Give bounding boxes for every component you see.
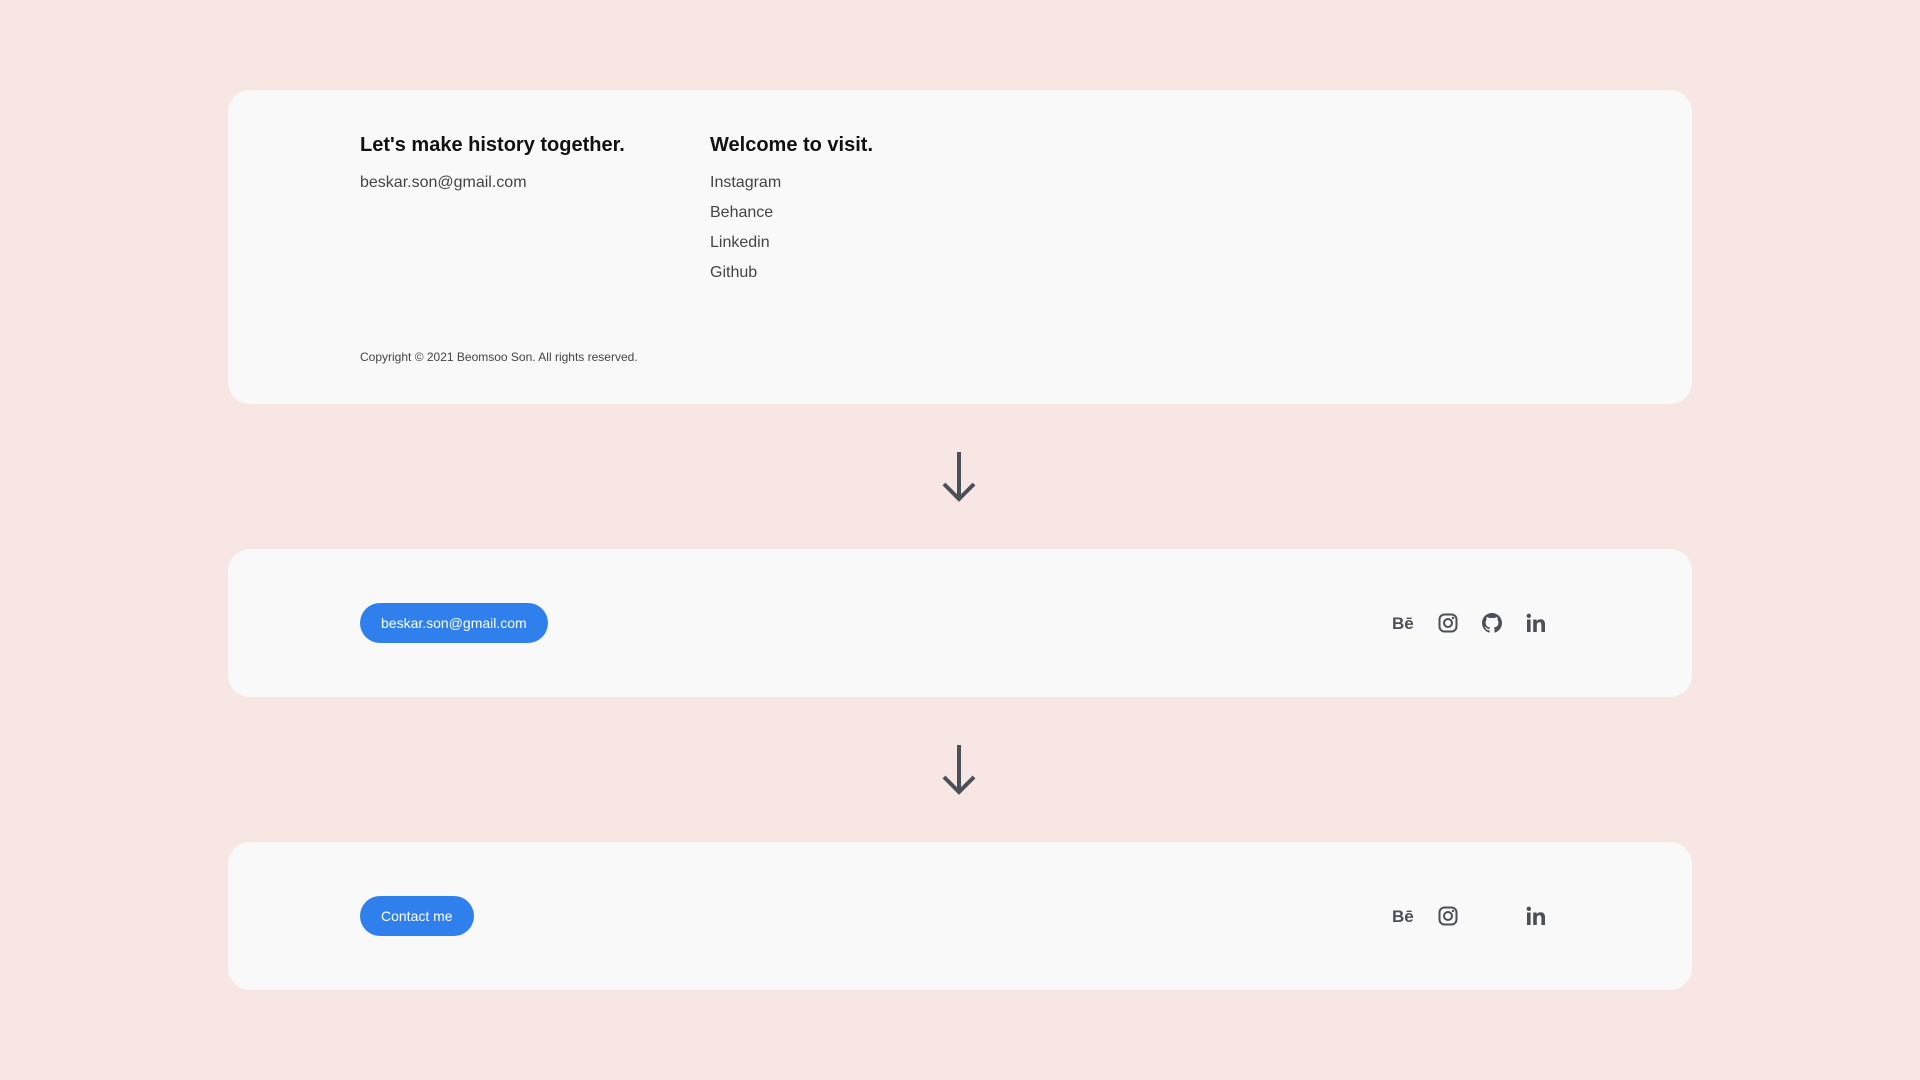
visit-column: Welcome to visit. Instagram Behance Link… <box>710 131 873 283</box>
svg-text:Bē: Bē <box>1392 908 1414 924</box>
link-instagram[interactable]: Instagram <box>710 173 873 193</box>
linkedin-icon[interactable] <box>1524 611 1548 635</box>
link-linkedin[interactable]: Linkedin <box>710 233 873 253</box>
behance-icon[interactable]: Bē <box>1392 611 1416 635</box>
social-icon-row: Bē <box>1392 608 1548 638</box>
linkedin-icon[interactable] <box>1524 904 1548 928</box>
arrow-down-icon <box>942 745 976 795</box>
instagram-icon[interactable] <box>1436 904 1460 928</box>
footer-revised-contact-card: Contact me Bē <box>228 842 1692 990</box>
email-button[interactable]: beskar.son@gmail.com <box>360 603 548 643</box>
social-link-list: Instagram Behance Linkedin Github <box>710 173 873 283</box>
arrow-down-icon <box>942 452 976 502</box>
visit-heading: Welcome to visit. <box>710 134 874 156</box>
contact-column: Let's make history together. beskar.son@… <box>360 131 625 193</box>
email-link[interactable]: beskar.son@gmail.com <box>360 173 625 193</box>
footer-original-card: Let's make history together. beskar.son@… <box>228 90 1692 404</box>
svg-text:Bē: Bē <box>1392 615 1414 631</box>
link-github[interactable]: Github <box>710 263 873 283</box>
contact-heading: Let's make history together. <box>360 134 625 156</box>
link-behance[interactable]: Behance <box>710 203 873 223</box>
footer-revised-email-card: beskar.son@gmail.com Bē <box>228 549 1692 697</box>
github-icon[interactable] <box>1480 611 1504 635</box>
instagram-icon[interactable] <box>1436 611 1460 635</box>
behance-icon[interactable]: Bē <box>1392 904 1416 928</box>
copyright-text: Copyright © 2021 Beomsoo Son. All rights… <box>360 350 638 364</box>
contact-me-button[interactable]: Contact me <box>360 896 474 936</box>
github-icon[interactable] <box>1480 904 1504 928</box>
social-icon-row: Bē <box>1392 901 1548 931</box>
